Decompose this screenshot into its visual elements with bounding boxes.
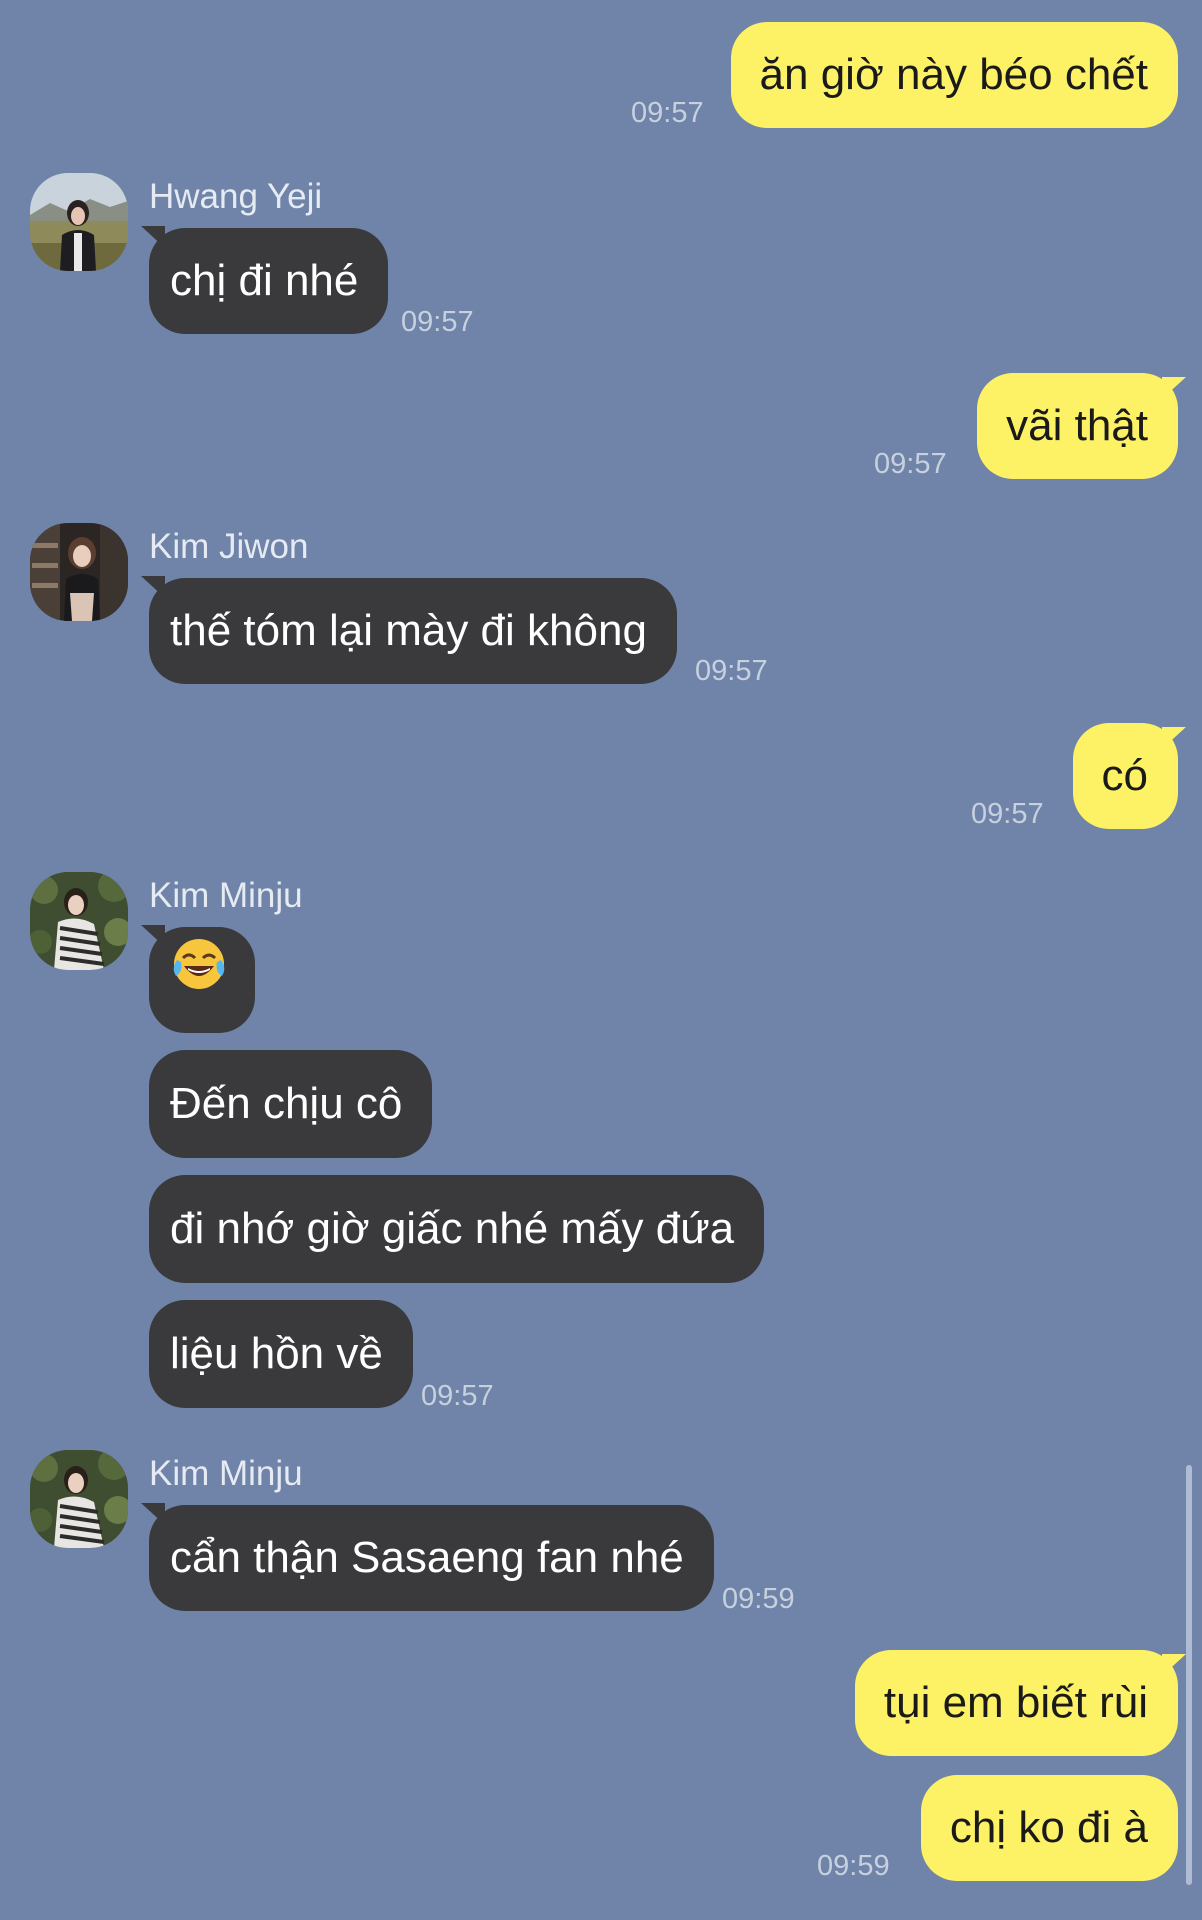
avatar-kim-minju[interactable] (30, 1450, 128, 1548)
incoming-message-bubble[interactable]: Đến chịu cô (149, 1050, 433, 1158)
outgoing-message-bubble[interactable]: vãi thật (977, 373, 1178, 479)
incoming-message-bubble[interactable]: liệu hồn về (149, 1300, 413, 1408)
incoming-message-bubble[interactable]: chị đi nhé (149, 228, 389, 334)
face-with-tears-of-joy-icon (171, 925, 227, 1031)
message-timestamp: 09:59 (722, 1583, 795, 1615)
incoming-message-bubble[interactable] (149, 927, 255, 1033)
message-timestamp: 09:57 (631, 97, 704, 129)
sender-name: Kim Minju (149, 876, 303, 915)
incoming-message-bubble[interactable]: đi nhớ giờ giấc nhé mấy đứa (149, 1175, 765, 1283)
avatar-hwang-yeji[interactable] (30, 173, 128, 271)
vertical-scrollbar[interactable] (1186, 1465, 1192, 1885)
message-timestamp: 09:59 (817, 1850, 890, 1882)
sender-name: Kim Minju (149, 1454, 303, 1493)
incoming-message-bubble[interactable]: thế tóm lại mày đi không (149, 578, 677, 684)
avatar-kim-minju[interactable] (30, 872, 128, 970)
outgoing-message-bubble[interactable]: có (1072, 723, 1178, 829)
message-timestamp: 09:57 (695, 655, 768, 687)
sender-name: Hwang Yeji (149, 177, 323, 216)
outgoing-message-bubble[interactable]: ăn giờ này béo chết (730, 22, 1178, 128)
message-timestamp: 09:57 (874, 448, 947, 480)
outgoing-message-bubble[interactable]: chị ko đi à (920, 1775, 1178, 1881)
message-timestamp: 09:57 (421, 1380, 494, 1412)
outgoing-message-bubble[interactable]: tụi em biết rùi (854, 1650, 1178, 1756)
avatar-kim-jiwon[interactable] (30, 523, 128, 621)
message-timestamp: 09:57 (971, 798, 1044, 830)
message-timestamp: 09:57 (401, 306, 474, 338)
sender-name: Kim Jiwon (149, 527, 309, 566)
incoming-message-bubble[interactable]: cẩn thận Sasaeng fan nhé (149, 1505, 714, 1611)
